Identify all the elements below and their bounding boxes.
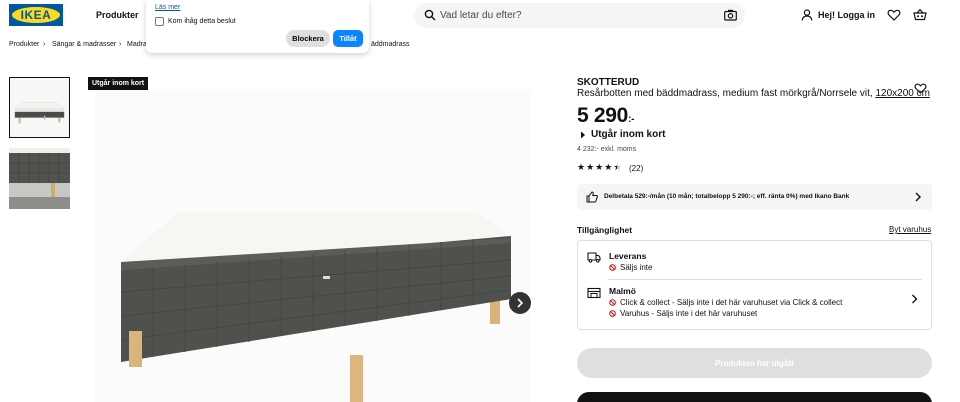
chevron-right-icon[interactable] bbox=[911, 294, 918, 304]
chevron-right-icon: › bbox=[119, 41, 122, 48]
change-store-link[interactable]: Byt varuhus bbox=[889, 225, 931, 234]
breadcrumb-item[interactable]: Sängar & madrasser bbox=[52, 41, 116, 48]
login-link[interactable]: Hej! Logga in bbox=[801, 9, 875, 21]
discontinued-button[interactable]: Produkten har utgått bbox=[577, 348, 932, 378]
product-price: 5 290:- bbox=[577, 104, 634, 128]
chevron-right-icon bbox=[915, 192, 921, 202]
divider bbox=[608, 279, 922, 280]
half-star-icon: ★ bbox=[613, 162, 622, 172]
product-description-text: Resårbotten med bäddmadrass, medium fast… bbox=[577, 88, 876, 99]
thumbnail-1[interactable] bbox=[9, 77, 70, 138]
nav-products[interactable]: Produkter bbox=[96, 10, 139, 20]
truck-icon bbox=[587, 252, 601, 263]
click-collect-status: Click & collect - Säljs inte i det här v… bbox=[609, 298, 842, 307]
breadcrumb-item[interactable]: Produkter bbox=[9, 41, 39, 48]
rating-stars[interactable]: ★ ★ ★ ★ ★ bbox=[577, 163, 621, 172]
chevron-right-icon: › bbox=[43, 41, 46, 48]
unavailable-icon bbox=[609, 299, 616, 306]
block-button[interactable]: Blockera bbox=[286, 30, 330, 47]
remember-label: Kom ihåg detta beslut bbox=[168, 18, 236, 25]
logo-text: IKEA bbox=[12, 7, 60, 23]
store-status: Varuhus - Säljs inte i det här varuhuset bbox=[609, 309, 757, 318]
availability-title: Tillgänglighet bbox=[577, 225, 633, 235]
star-icon: ★ bbox=[604, 162, 613, 172]
finance-banner[interactable]: Delbetala 529:-/mån (10 mån; totalbelopp… bbox=[577, 184, 932, 210]
read-more-link[interactable]: Läs mer bbox=[155, 4, 180, 11]
next-image-button[interactable] bbox=[509, 292, 531, 314]
availability-box: Leverans Säljs inte Malmö Click & collec… bbox=[577, 240, 932, 330]
thumbs-up-icon bbox=[586, 191, 598, 203]
delivery-title: Leverans bbox=[609, 251, 647, 261]
bed-thumbnail-image bbox=[10, 78, 69, 137]
chevron-right-icon bbox=[517, 298, 524, 308]
product-status: Utgår inom kort bbox=[580, 129, 665, 140]
login-label: Hej! Logga in bbox=[818, 10, 875, 20]
cookie-permission-popup: Läs mer Kom ihåg detta beslut Blockera T… bbox=[146, 0, 369, 53]
unavailable-icon bbox=[609, 310, 616, 317]
review-count[interactable]: (22) bbox=[629, 164, 643, 173]
remember-checkbox[interactable] bbox=[155, 17, 164, 26]
delivery-status-text: Säljs inte bbox=[620, 263, 653, 272]
search-icon bbox=[424, 9, 436, 21]
store-status-text: Varuhus - Säljs inte i det här varuhuset bbox=[620, 309, 758, 318]
product-name: SKOTTERUD bbox=[577, 77, 640, 88]
product-main-image bbox=[95, 90, 531, 402]
favorite-heart-icon[interactable] bbox=[914, 82, 927, 95]
breadcrumb-item[interactable]: äddmadrass bbox=[371, 41, 410, 48]
allow-button[interactable]: Tillåt bbox=[333, 30, 363, 47]
click-collect-text: Click & collect - Säljs inte i det här v… bbox=[620, 298, 843, 307]
store-title: Malmö bbox=[609, 286, 636, 296]
camera-icon[interactable] bbox=[724, 9, 737, 21]
store-icon bbox=[587, 287, 601, 299]
caret-right-icon bbox=[581, 131, 585, 138]
price-excl-vat: 4 232:- exkl. moms bbox=[577, 146, 637, 153]
ikea-logo[interactable]: IKEA bbox=[9, 4, 63, 26]
thumbnail-2[interactable] bbox=[9, 148, 70, 209]
status-label: Utgår inom kort bbox=[591, 129, 666, 140]
discontinued-badge: Utgår inom kort bbox=[88, 77, 149, 90]
unavailable-icon bbox=[609, 264, 616, 271]
cart-icon[interactable] bbox=[913, 8, 927, 22]
search-bar[interactable] bbox=[414, 3, 745, 28]
user-icon bbox=[801, 9, 813, 21]
breadcrumb-item[interactable]: Madra bbox=[127, 41, 147, 48]
heart-icon[interactable] bbox=[887, 8, 901, 22]
star-icon: ★ bbox=[586, 162, 595, 172]
product-description: Resårbotten med bäddmadrass, medium fast… bbox=[577, 88, 930, 99]
bed-closeup-image bbox=[9, 148, 70, 209]
finance-text: Delbetala 529:-/mån (10 mån; totalbelopp… bbox=[604, 193, 850, 200]
delivery-status: Säljs inte bbox=[609, 263, 652, 272]
star-icon: ★ bbox=[595, 162, 604, 172]
star-icon: ★ bbox=[577, 162, 586, 172]
price-value: 5 290 bbox=[577, 104, 629, 127]
secondary-action-button[interactable] bbox=[577, 392, 932, 402]
price-suffix: :- bbox=[628, 114, 635, 125]
remember-decision[interactable]: Kom ihåg detta beslut bbox=[155, 17, 236, 26]
search-input[interactable] bbox=[440, 7, 710, 24]
